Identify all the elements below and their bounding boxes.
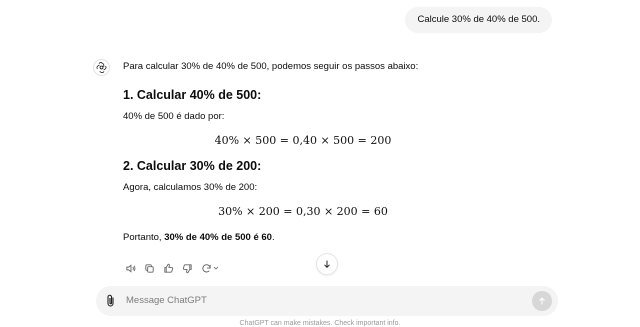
chevron-down-icon[interactable] [212, 264, 220, 272]
assistant-message: Para calcular 30% de 40% de 500, podemos… [123, 58, 483, 245]
message-actions [123, 261, 221, 275]
step1-equation: 40% × 500 = 0,40 × 500 = 200 [214, 134, 392, 147]
step2-text: Agora, calculamos 30% de 200: [123, 182, 258, 193]
copy-icon[interactable] [142, 261, 156, 275]
conclusion-suffix: . [271, 232, 275, 243]
regenerate-icon[interactable] [199, 261, 221, 275]
step1-heading: 1. Calcular 40% de 500: [123, 88, 262, 102]
step2-heading: 2. Calcular 30% de 200: [123, 159, 262, 173]
openai-logo-icon [93, 59, 110, 76]
arrow-down-icon [324, 260, 330, 269]
message-input[interactable]: Message ChatGPT [126, 286, 207, 316]
paperclip-icon[interactable] [105, 294, 117, 308]
thumbs-down-icon[interactable] [180, 261, 194, 275]
user-message-bubble: Calcule 30% de 40% de 500. [405, 7, 552, 33]
speaker-icon[interactable] [123, 261, 137, 275]
conclusion-bold: 30% de 40% de 500 é 60 [164, 232, 272, 243]
conclusion-text: Portanto, 30% de 40% de 500 é 60. [123, 231, 483, 245]
scroll-to-bottom-button[interactable] [316, 253, 338, 275]
intro-text: Para calcular 30% de 40% de 500, podemos… [123, 61, 419, 72]
thumbs-up-icon[interactable] [161, 261, 175, 275]
step2-equation: 30% × 200 = 0,30 × 200 = 60 [218, 205, 388, 218]
send-button[interactable] [532, 291, 552, 311]
message-composer[interactable]: Message ChatGPT [96, 286, 558, 316]
conclusion-prefix: Portanto, [123, 232, 165, 243]
user-message-text: Calcule 30% de 40% de 500. [417, 14, 540, 25]
disclaimer-footer: ChatGPT can make mistakes. Check importa… [239, 320, 401, 327]
arrow-up-icon [539, 297, 545, 305]
step1-text: 40% de 500 é dado por: [123, 111, 225, 122]
